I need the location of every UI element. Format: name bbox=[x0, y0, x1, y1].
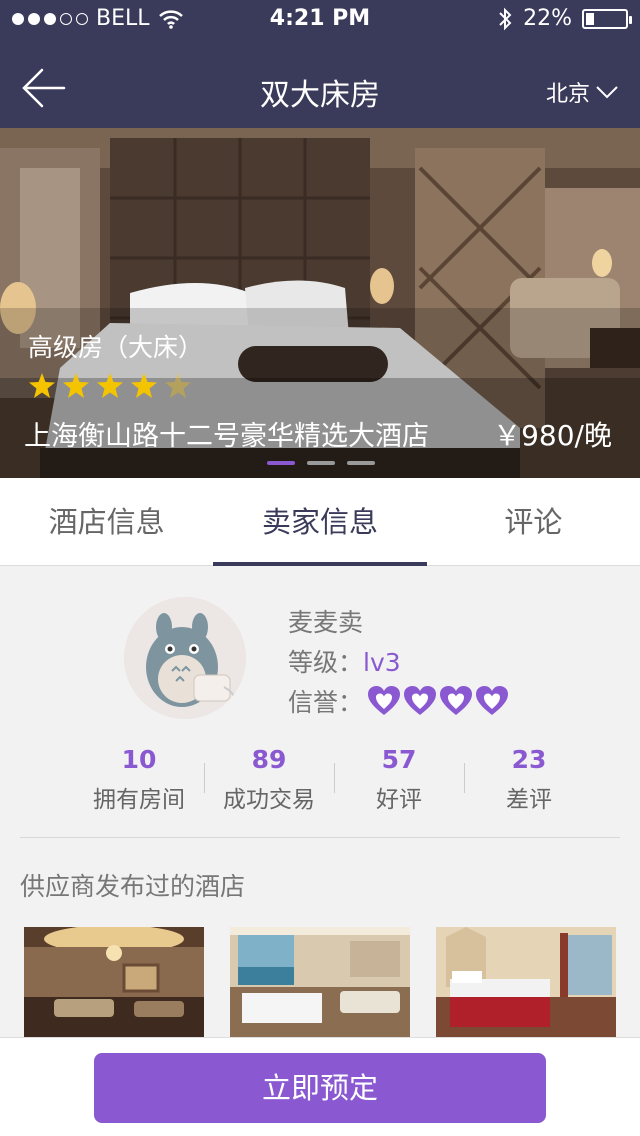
stat-label: 差评 bbox=[506, 787, 552, 813]
hotel-photo-bedroom bbox=[436, 927, 616, 1037]
hero-image[interactable]: 高级房（大床） 上海衡山路十二号豪华精选大酒店 ￥980/晚 bbox=[0, 128, 640, 478]
stat-label: 好评 bbox=[376, 787, 422, 813]
heart-icon bbox=[404, 686, 437, 715]
tab-seller-info[interactable]: 卖家信息 bbox=[213, 478, 427, 566]
battery-percent: 22% bbox=[523, 6, 572, 31]
stat-value: 57 bbox=[381, 745, 417, 774]
hotel-thumbnail[interactable] bbox=[24, 927, 204, 1037]
level-value: lv3 bbox=[363, 648, 401, 677]
hotel-thumbnail[interactable] bbox=[230, 927, 410, 1037]
carousel-indicator[interactable] bbox=[267, 461, 375, 465]
heart-icon bbox=[476, 686, 509, 715]
star-filled-icon bbox=[97, 373, 123, 398]
stat-value: 89 bbox=[251, 745, 287, 774]
room-type: 高级房（大床） bbox=[28, 333, 204, 362]
chevron-down-icon bbox=[596, 86, 618, 99]
room-price: ￥980/晚 bbox=[493, 419, 612, 452]
star-empty-icon bbox=[165, 373, 191, 398]
carousel-dot[interactable] bbox=[267, 461, 295, 465]
hotel-photo-seaview bbox=[230, 927, 410, 1037]
hotel-thumbnail[interactable] bbox=[436, 927, 616, 1037]
book-now-button[interactable]: 立即预定 bbox=[94, 1053, 546, 1123]
top-bar: BELL 4:21 PM 22% 双大床房 北京 bbox=[0, 0, 640, 128]
totoro-avatar-icon bbox=[124, 597, 246, 719]
tab-hotel-info[interactable]: 酒店信息 bbox=[0, 478, 213, 565]
battery-icon bbox=[582, 8, 632, 29]
hotel-thumbnails bbox=[24, 927, 616, 1037]
stat-negative-reviews: 23 差评 bbox=[464, 745, 594, 814]
heart-icon bbox=[368, 686, 401, 715]
star-filled-icon bbox=[131, 373, 157, 398]
carousel-dot[interactable] bbox=[307, 461, 335, 465]
stat-label: 拥有房间 bbox=[93, 787, 185, 813]
stat-positive-reviews: 57 好评 bbox=[334, 745, 464, 814]
star-filled-icon bbox=[63, 373, 89, 398]
seller-panel: 麦麦卖 等级：lv3 信誉： 10 拥有房间 89 成功交易 57 好评 23 … bbox=[0, 567, 640, 1037]
bluetooth-icon bbox=[499, 7, 512, 30]
page-title: 双大床房 bbox=[260, 78, 380, 113]
stat-deals: 89 成功交易 bbox=[204, 745, 334, 814]
star-rating bbox=[28, 372, 192, 400]
seller-credit: 信誉： bbox=[288, 683, 509, 719]
credit-label: 信誉： bbox=[288, 688, 364, 717]
status-bar: BELL 4:21 PM 22% bbox=[0, 0, 640, 40]
city-label: 北京 bbox=[545, 82, 590, 107]
hotel-photo-lobby bbox=[24, 927, 204, 1037]
seller-name: 麦麦卖 bbox=[288, 608, 364, 637]
nav-bar: 双大床房 北京 bbox=[0, 48, 640, 128]
status-right: 22% bbox=[497, 6, 632, 31]
stat-rooms: 10 拥有房间 bbox=[74, 745, 204, 814]
seller-stats: 10 拥有房间 89 成功交易 57 好评 23 差评 bbox=[74, 745, 594, 814]
heart-icon bbox=[440, 686, 473, 715]
credit-hearts bbox=[367, 685, 509, 717]
avatar[interactable] bbox=[124, 597, 246, 719]
stat-value: 10 bbox=[121, 745, 157, 774]
city-selector[interactable]: 北京 bbox=[546, 76, 618, 108]
bottom-bar: 立即预定 bbox=[0, 1037, 640, 1136]
level-label: 等级： bbox=[288, 648, 364, 677]
star-filled-icon bbox=[29, 373, 55, 398]
tab-reviews[interactable]: 评论 bbox=[427, 478, 640, 565]
seller-level: 等级：lv3 bbox=[288, 643, 401, 679]
section-title: 供应商发布过的酒店 bbox=[20, 872, 246, 901]
divider bbox=[20, 837, 620, 838]
stat-value: 23 bbox=[511, 745, 547, 774]
hotel-name: 上海衡山路十二号豪华精选大酒店 bbox=[24, 421, 429, 452]
carousel-dot[interactable] bbox=[347, 461, 375, 465]
tab-bar: 酒店信息 卖家信息 评论 bbox=[0, 478, 640, 566]
stat-label: 成功交易 bbox=[223, 787, 315, 813]
